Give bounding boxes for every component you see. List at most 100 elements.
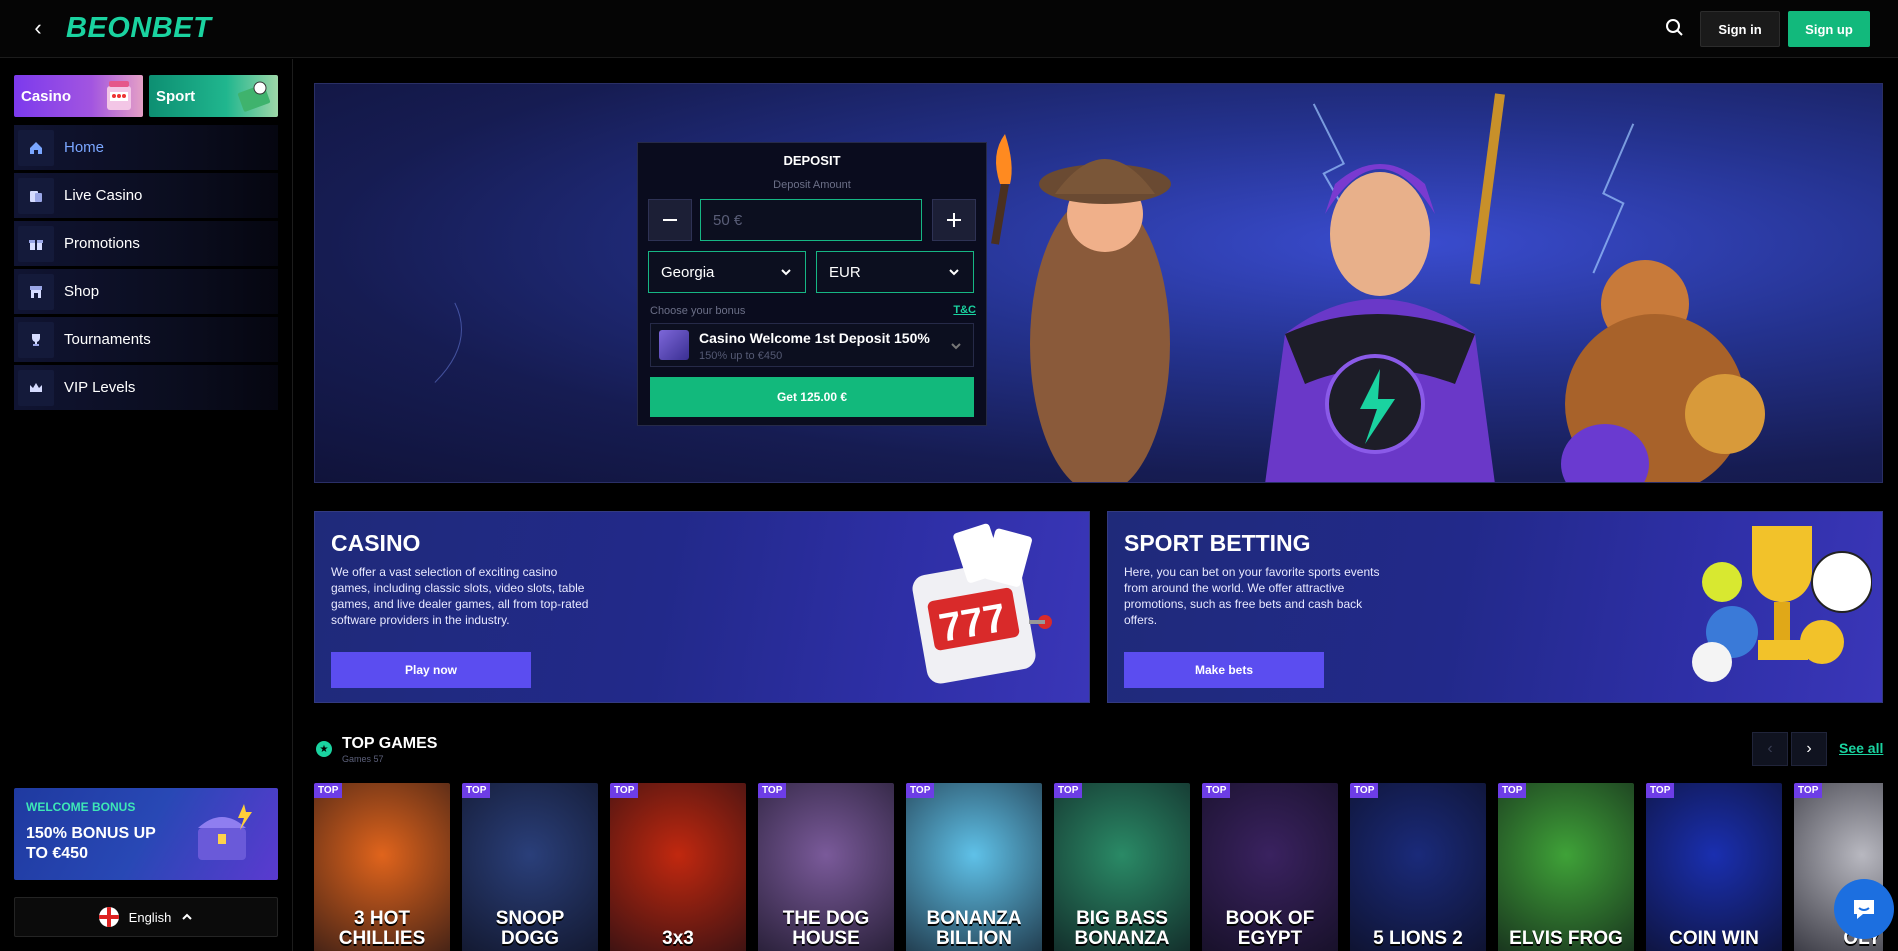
get-bonus-button[interactable]: Get 125.00 € xyxy=(650,377,974,417)
sidebar-item-label: Shop xyxy=(64,283,100,300)
tab-sport[interactable]: Sport xyxy=(149,75,278,117)
game-card[interactable]: TOP 5 LIONS 2 xyxy=(1350,783,1486,951)
top-badge: TOP xyxy=(1646,783,1675,798)
bonus-chest-icon xyxy=(659,330,689,360)
decrease-amount-button[interactable] xyxy=(648,199,692,241)
top-badge: TOP xyxy=(1202,783,1231,798)
sidebar-item-promotions[interactable]: Promotions xyxy=(14,221,278,266)
games-next-button[interactable]: › xyxy=(1791,732,1827,766)
top-bar: ‹ BEONBET Sign in Sign up xyxy=(0,0,1898,58)
game-card[interactable]: TOP COIN WIN xyxy=(1646,783,1782,951)
slot-machine-illustration: 777 xyxy=(912,523,1052,684)
home-icon xyxy=(18,129,54,166)
top-games-title: TOP GAMES xyxy=(342,735,438,752)
sidebar-item-shop[interactable]: Shop xyxy=(14,269,278,314)
game-title: BOOK OF EGYPT xyxy=(1225,908,1315,949)
trophy-icon xyxy=(18,321,54,358)
bonus-name: Casino Welcome 1st Deposit 150% xyxy=(699,330,930,346)
sidebar-item-tournaments[interactable]: Tournaments xyxy=(14,317,278,362)
game-thumbnail xyxy=(1350,783,1486,951)
game-thumbnail xyxy=(610,783,746,951)
slot-machine-icon xyxy=(107,81,131,110)
deposit-title: DEPOSIT xyxy=(783,153,841,168)
games-prev-button[interactable]: ‹ xyxy=(1752,732,1788,766)
trophy-balls-illustration xyxy=(1692,526,1872,682)
sidebar-item-live-casino[interactable]: Live Casino xyxy=(14,173,278,218)
casino-promo-text: We offer a vast selection of exciting ca… xyxy=(331,565,589,627)
treasure-chest-icon xyxy=(198,804,252,860)
hero-banner: DEPOSIT Deposit Amount Georgia EUR Choos… xyxy=(314,83,1883,483)
top-games-count: Games 57 xyxy=(342,754,384,764)
game-card[interactable]: TOP ELVIS FROG xyxy=(1498,783,1634,951)
game-card[interactable]: TOP 3x3 xyxy=(610,783,746,951)
game-card[interactable]: TOP 3 HOT CHILLIES xyxy=(314,783,450,951)
sidebar-item-label: Tournaments xyxy=(64,331,151,348)
game-card[interactable]: TOP BOOK OF EGYPT xyxy=(1202,783,1338,951)
see-all-link[interactable]: See all xyxy=(1839,740,1883,756)
tab-casino[interactable]: Casino xyxy=(14,75,143,117)
game-title: COIN WIN xyxy=(1669,928,1759,949)
sidebar-item-label: VIP Levels xyxy=(64,379,136,396)
top-badge: TOP xyxy=(1350,783,1379,798)
game-card[interactable]: TOP SNOOP DOGG xyxy=(462,783,598,951)
chat-bubble-icon xyxy=(1854,900,1874,919)
welcome-bonus-card[interactable]: WELCOME BONUS 150% BONUS UP TO €450 xyxy=(14,788,278,880)
game-title: 5 LIONS 2 xyxy=(1373,928,1463,949)
sign-up-button[interactable]: Sign up xyxy=(1788,11,1870,47)
game-title: BONANZA BILLION xyxy=(926,908,1022,949)
choose-bonus-label: Choose your bonus xyxy=(650,305,746,317)
game-card[interactable]: TOP BONANZA BILLION xyxy=(906,783,1042,951)
game-title: THE DOG HOUSE xyxy=(782,908,870,949)
top-badge: TOP xyxy=(906,783,935,798)
crown-icon xyxy=(18,369,54,406)
make-bets-button[interactable]: Make bets xyxy=(1124,652,1324,688)
sport-promo-title: SPORT BETTING xyxy=(1124,530,1311,556)
logo-text: BEONBET xyxy=(66,12,212,44)
live-casino-icon xyxy=(18,177,54,214)
shop-icon xyxy=(18,273,54,310)
sidebar-item-label: Home xyxy=(64,139,105,156)
play-now-button[interactable]: Play now xyxy=(331,652,531,688)
currency-select[interactable]: EUR xyxy=(816,251,974,293)
uk-flag-icon xyxy=(98,907,119,927)
back-arrow-icon[interactable]: ‹ xyxy=(26,16,50,40)
deposit-amount-label: Deposit Amount xyxy=(773,179,851,191)
star-icon: ★ xyxy=(316,741,332,757)
sidebar-item-label: Live Casino xyxy=(64,187,143,204)
chevron-down-icon xyxy=(781,269,791,276)
game-title: SNOOP DOGG xyxy=(495,908,565,949)
top-badge: TOP xyxy=(610,783,639,798)
language-selector[interactable]: English xyxy=(14,897,278,937)
sidebar-item-home[interactable]: Home xyxy=(14,125,278,170)
country-select[interactable]: Georgia xyxy=(648,251,806,293)
mode-tabs: Casino Sport xyxy=(14,75,278,117)
sign-in-button[interactable]: Sign in xyxy=(1700,11,1780,47)
deposit-amount-input[interactable] xyxy=(700,199,922,241)
game-card[interactable]: TOP THE DOG HOUSE xyxy=(758,783,894,951)
search-icon[interactable] xyxy=(1663,16,1687,40)
bonus-select[interactable]: Casino Welcome 1st Deposit 150% 150% up … xyxy=(650,323,974,367)
chevron-up-icon xyxy=(182,913,193,920)
minus-icon xyxy=(663,219,677,221)
logo[interactable]: BEONBET xyxy=(66,12,211,45)
sport-promo-text: Here, you can bet on your favorite sport… xyxy=(1124,565,1380,627)
live-chat-button[interactable] xyxy=(1834,879,1894,939)
top-badge: TOP xyxy=(1054,783,1083,798)
top-badge: TOP xyxy=(314,783,343,798)
welcome-bonus-amount: 150% BONUS UP TO €450 xyxy=(26,825,156,862)
currency-value: EUR xyxy=(829,263,861,281)
game-card[interactable]: TOP BIG BASS BONANZA xyxy=(1054,783,1190,951)
game-title: ELVIS FROG xyxy=(1509,928,1623,949)
games-carousel: TOP 3 HOT CHILLIES TOP SNOOP DOGG TOP 3x… xyxy=(314,783,1883,951)
bonus-description: 150% up to €450 xyxy=(699,350,783,362)
top-badge: TOP xyxy=(462,783,491,798)
tab-sport-label: Sport xyxy=(156,88,196,105)
sidebar-item-vip-levels[interactable]: VIP Levels xyxy=(14,365,278,410)
casino-promo-title: CASINO xyxy=(331,530,421,556)
game-title: BIG BASS BONANZA xyxy=(1074,908,1170,949)
deposit-form: DEPOSIT Deposit Amount Georgia EUR Choos… xyxy=(637,142,987,426)
top-badge: TOP xyxy=(1498,783,1527,798)
language-label: English xyxy=(128,909,172,925)
sidebar: Casino Sport Home Live Casino Promotions… xyxy=(0,59,293,951)
sidebar-item-label: Promotions xyxy=(64,235,140,252)
